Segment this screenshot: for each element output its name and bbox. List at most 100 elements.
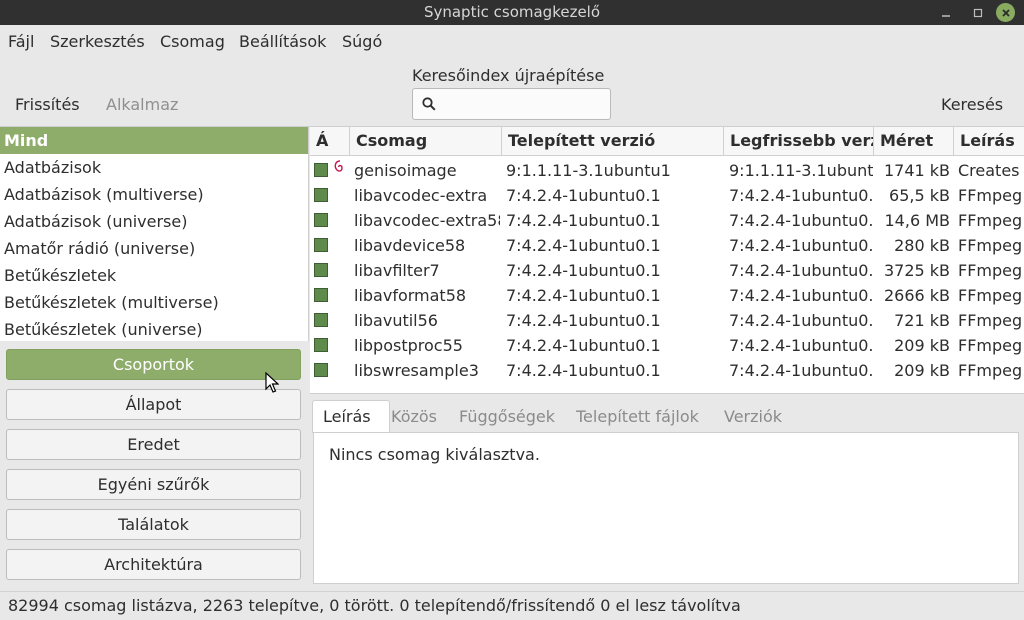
refresh-button[interactable]: Frissítés bbox=[15, 95, 80, 114]
section-item[interactable]: Adatbázisok bbox=[0, 154, 308, 181]
menu-file[interactable]: Fájl bbox=[8, 32, 34, 51]
minimize-button[interactable] bbox=[936, 3, 955, 22]
tab-versions[interactable]: Verziók bbox=[724, 407, 782, 426]
installed-status-icon[interactable] bbox=[314, 313, 328, 327]
rebuild-index-button[interactable]: Keresőindex újraépítése bbox=[412, 66, 604, 85]
section-item[interactable]: Betűkészletek (universe) bbox=[0, 316, 308, 341]
section-item[interactable]: Mind bbox=[0, 127, 308, 154]
search-icon bbox=[422, 97, 436, 111]
status-bar: 82994 csomag listázva, 2263 telepítve, 0… bbox=[0, 591, 1024, 620]
cell-package: libswresample3 bbox=[354, 361, 479, 380]
cell-installed-version: 7:4.2.4-1ubuntu0.1 bbox=[506, 211, 661, 230]
cell-package: genisoimage bbox=[354, 161, 457, 180]
cell-latest-version: 7:4.2.4-1ubuntu0.1 bbox=[729, 261, 873, 280]
cell-package: libavdevice58 bbox=[354, 236, 466, 255]
cell-description: FFmpeg bbox=[958, 336, 1023, 355]
tab-common[interactable]: Közös bbox=[391, 407, 437, 426]
detail-panel: Nincs csomag kiválasztva. bbox=[313, 432, 1019, 584]
cell-size: 1741 kB bbox=[883, 161, 950, 180]
table-row[interactable]: libpostproc55 7:4.2.4-1ubuntu0.1 7:4.2.4-1… bbox=[310, 333, 1024, 358]
table-row[interactable]: libavfilter7 7:4.2.4-1ubuntu0.1 7:4.2.4-1u… bbox=[310, 258, 1024, 283]
table-header: Á Csomag Telepített verzió Legfrissebb v… bbox=[310, 127, 1024, 156]
close-icon bbox=[1001, 8, 1010, 17]
cell-latest-version: 7:4.2.4-1ubuntu0.1 bbox=[729, 286, 873, 305]
table-row[interactable]: libavcodec-extra58 7:4.2.4-1ubuntu0.1 7:4.… bbox=[310, 208, 1024, 233]
section-item[interactable]: Adatbázisok (multiverse) bbox=[0, 181, 308, 208]
minimize-icon bbox=[941, 14, 950, 17]
table-row[interactable]: libavcodec-extra 7:4.2.4-1ubuntu0.1 7:4.2.… bbox=[310, 183, 1024, 208]
menu-edit[interactable]: Szerkesztés bbox=[50, 32, 145, 51]
groups-button[interactable]: Csoportok bbox=[6, 349, 301, 380]
tab-description[interactable]: Leírás bbox=[323, 407, 371, 426]
installed-status-icon[interactable] bbox=[314, 338, 328, 352]
cell-latest-version: 7:4.2.4-1ubuntu0.1 bbox=[729, 186, 873, 205]
detail-text: Nincs csomag kiválasztva. bbox=[329, 445, 540, 464]
cell-installed-version: 7:4.2.4-1ubuntu0.1 bbox=[506, 236, 661, 255]
cell-size: 721 kB bbox=[894, 311, 950, 330]
menu-help[interactable]: Súgó bbox=[342, 32, 382, 51]
restore-icon bbox=[973, 8, 982, 17]
table-row[interactable]: libavdevice58 7:4.2.4-1ubuntu0.1 7:4.2.4-1… bbox=[310, 233, 1024, 258]
apply-button[interactable]: Alkalmaz bbox=[106, 95, 178, 114]
architecture-button[interactable]: Architektúra bbox=[6, 549, 301, 580]
table-row[interactable]: genisoimage 9:1.1.11-3.1ubuntu1 9:1.1.11-3… bbox=[310, 158, 1024, 183]
maximize-button[interactable] bbox=[968, 3, 987, 22]
search-results-button[interactable]: Találatok bbox=[6, 509, 301, 540]
origin-button[interactable]: Eredet bbox=[6, 429, 301, 460]
menu-bar: Fájl Szerkesztés Csomag Beállítások Súgó bbox=[0, 25, 1024, 58]
column-status[interactable]: Á bbox=[310, 127, 350, 155]
column-package[interactable]: Csomag bbox=[350, 127, 502, 155]
installed-status-icon[interactable] bbox=[314, 288, 328, 302]
cell-latest-version: 7:4.2.4-1ubuntu0.1 bbox=[729, 236, 873, 255]
column-size[interactable]: Méret bbox=[874, 127, 954, 155]
cell-package: libavfilter7 bbox=[354, 261, 440, 280]
title-bar: Synaptic csomagkezelő bbox=[0, 0, 1024, 25]
table-row[interactable]: libswresample3 7:4.2.4-1ubuntu0.1 7:4.2.4-… bbox=[310, 358, 1024, 383]
column-installed-version[interactable]: Telepített verzió bbox=[502, 127, 724, 155]
cell-description: FFmpeg bbox=[958, 311, 1023, 330]
section-item[interactable]: Adatbázisok (universe) bbox=[0, 208, 308, 235]
custom-filters-button[interactable]: Egyéni szűrők bbox=[6, 469, 301, 500]
cell-installed-version: 7:4.2.4-1ubuntu0.1 bbox=[506, 286, 661, 305]
cell-description: FFmpeg bbox=[958, 286, 1023, 305]
cell-installed-version: 7:4.2.4-1ubuntu0.1 bbox=[506, 311, 661, 330]
cell-description: FFmpeg bbox=[958, 211, 1023, 230]
cell-description: FFmpeg bbox=[958, 361, 1023, 380]
section-item[interactable]: Betűkészletek bbox=[0, 262, 308, 289]
column-description[interactable]: Leírás bbox=[954, 127, 1024, 155]
cell-latest-version: 7:4.2.4-1ubuntu0.1 bbox=[729, 361, 873, 380]
cell-package: libpostproc55 bbox=[354, 336, 463, 355]
cell-latest-version: 7:4.2.4-1ubuntu0.1 bbox=[729, 336, 873, 355]
close-button[interactable] bbox=[996, 3, 1015, 22]
debian-swirl-icon bbox=[334, 160, 343, 172]
cell-latest-version: 7:4.2.4-1ubuntu0.1 bbox=[729, 311, 873, 330]
cell-package: libavformat58 bbox=[354, 286, 467, 305]
tab-installed-files[interactable]: Telepített fájlok bbox=[576, 407, 699, 426]
search-button[interactable]: Keresés bbox=[941, 95, 1003, 114]
tab-dependencies[interactable]: Függőségek bbox=[459, 407, 555, 426]
package-table: Á Csomag Telepített verzió Legfrissebb v… bbox=[310, 127, 1024, 394]
menu-package[interactable]: Csomag bbox=[160, 32, 225, 51]
installed-status-icon[interactable] bbox=[314, 363, 328, 377]
installed-status-icon[interactable] bbox=[314, 188, 328, 202]
cell-installed-version: 9:1.1.11-3.1ubuntu1 bbox=[506, 161, 671, 180]
filter-buttons: Csoportok Állapot Eredet Egyéni szűrők T… bbox=[0, 342, 310, 590]
cell-size: 65,5 kB bbox=[889, 186, 950, 205]
cell-size: 209 kB bbox=[894, 336, 950, 355]
table-row[interactable]: libavformat58 7:4.2.4-1ubuntu0.1 7:4.2.4-1… bbox=[310, 283, 1024, 308]
cell-package: libavutil56 bbox=[354, 311, 438, 330]
column-latest-version[interactable]: Legfrissebb verzió bbox=[724, 127, 874, 155]
quick-search-input[interactable] bbox=[412, 88, 611, 120]
section-item[interactable]: Amatőr rádió (universe) bbox=[0, 235, 308, 262]
installed-status-icon[interactable] bbox=[314, 238, 328, 252]
section-list: Mind Adatbázisok Adatbázisok (multiverse… bbox=[0, 127, 309, 341]
table-row[interactable]: libavutil56 7:4.2.4-1ubuntu0.1 7:4.2.4-1ub… bbox=[310, 308, 1024, 333]
installed-status-icon[interactable] bbox=[314, 163, 328, 177]
menu-settings[interactable]: Beállítások bbox=[239, 32, 326, 51]
installed-status-icon[interactable] bbox=[314, 213, 328, 227]
cell-description: FFmpeg bbox=[958, 236, 1023, 255]
cell-installed-version: 7:4.2.4-1ubuntu0.1 bbox=[506, 186, 661, 205]
installed-status-icon[interactable] bbox=[314, 263, 328, 277]
status-button[interactable]: Állapot bbox=[6, 389, 301, 420]
section-item[interactable]: Betűkészletek (multiverse) bbox=[0, 289, 308, 316]
